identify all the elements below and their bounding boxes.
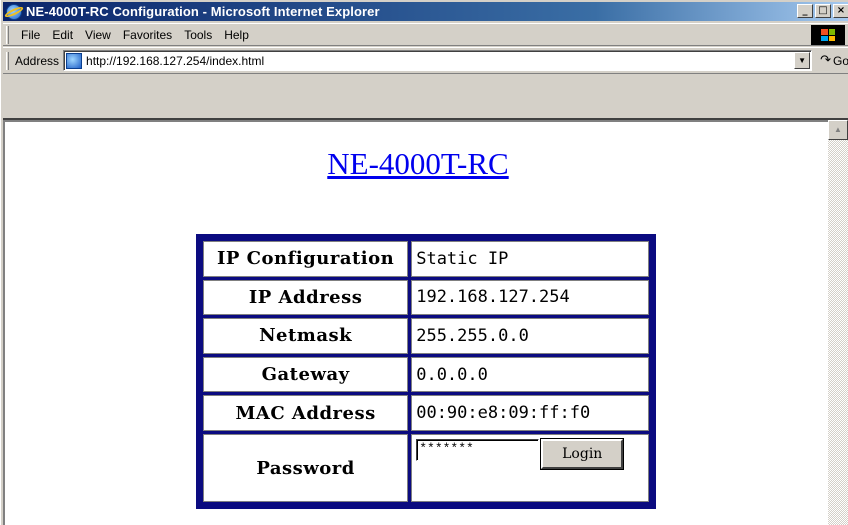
- row-label: IP Address: [203, 279, 409, 316]
- password-cell: ******* Login: [411, 434, 649, 502]
- password-row: Password ******* Login: [203, 434, 649, 502]
- address-bar: Address http://192.168.127.254/index.htm…: [3, 47, 848, 74]
- maximize-button[interactable]: □: [815, 4, 831, 18]
- row-label: Netmask: [203, 318, 409, 354]
- heading-link[interactable]: NE-4000T-RC: [327, 146, 508, 181]
- password-label: Password: [203, 434, 409, 502]
- menu-edit[interactable]: Edit: [46, 28, 79, 42]
- row-label: MAC Address: [203, 395, 409, 431]
- toolbar-grip[interactable]: [6, 25, 9, 44]
- row-value: 192.168.127.254: [411, 279, 649, 316]
- address-url[interactable]: http://192.168.127.254/index.html: [86, 54, 264, 68]
- menu-bar: File Edit View Favorites Tools Help: [3, 23, 848, 46]
- login-button[interactable]: Login: [540, 438, 625, 470]
- password-input[interactable]: *******: [416, 439, 540, 461]
- table-row: IP Address 192.168.127.254: [203, 279, 649, 316]
- row-value: Static IP: [411, 241, 649, 277]
- windows-logo-icon: [811, 25, 845, 45]
- menu-view[interactable]: View: [79, 28, 117, 42]
- window-controls: _ □ ×: [797, 4, 848, 18]
- close-button[interactable]: ×: [833, 4, 848, 18]
- row-value: 00:90:e8:09:ff:f0: [411, 395, 649, 431]
- go-arrow-icon: ↷: [820, 53, 831, 68]
- vertical-scrollbar[interactable]: ▲: [828, 120, 848, 525]
- scroll-up-arrow-icon[interactable]: ▲: [828, 120, 848, 140]
- row-label: IP Configuration: [203, 241, 409, 277]
- address-dropdown-button[interactable]: ▼: [794, 52, 811, 69]
- menu-tools[interactable]: Tools: [178, 28, 218, 42]
- minimize-button[interactable]: _: [797, 4, 813, 18]
- config-table: IP Configuration Static IP IP Address 19…: [200, 238, 652, 505]
- browser-window: NE-4000T-RC Configuration - Microsoft In…: [0, 0, 848, 525]
- config-table-frame: IP Configuration Static IP IP Address 19…: [196, 234, 656, 509]
- ie-logo-icon: [3, 3, 25, 20]
- go-label: Go: [832, 53, 848, 68]
- page-viewport: NE-4000T-RC IP Configuration Static IP I…: [3, 120, 829, 525]
- page-title: NE-4000T-RC: [5, 146, 831, 182]
- address-label: Address: [14, 53, 60, 68]
- toolbar-grip[interactable]: [6, 51, 9, 70]
- title-bar[interactable]: NE-4000T-RC Configuration - Microsoft In…: [3, 2, 848, 21]
- page-ie-icon: [66, 52, 83, 69]
- menu-help[interactable]: Help: [218, 28, 255, 42]
- table-row: IP Configuration Static IP: [203, 241, 649, 277]
- row-value: 0.0.0.0: [411, 356, 649, 393]
- menu-favorites[interactable]: Favorites: [117, 28, 178, 42]
- menu-file[interactable]: File: [15, 28, 46, 42]
- table-row: Netmask 255.255.0.0: [203, 318, 649, 354]
- row-value: 255.255.0.0: [411, 318, 649, 354]
- row-label: Gateway: [203, 356, 409, 393]
- window-title: NE-4000T-RC Configuration - Microsoft In…: [26, 4, 380, 19]
- address-input[interactable]: http://192.168.127.254/index.html ▼: [63, 50, 813, 71]
- table-row: Gateway 0.0.0.0: [203, 356, 649, 393]
- table-row: MAC Address 00:90:e8:09:ff:f0: [203, 395, 649, 431]
- go-button[interactable]: ↷ Go: [820, 53, 848, 68]
